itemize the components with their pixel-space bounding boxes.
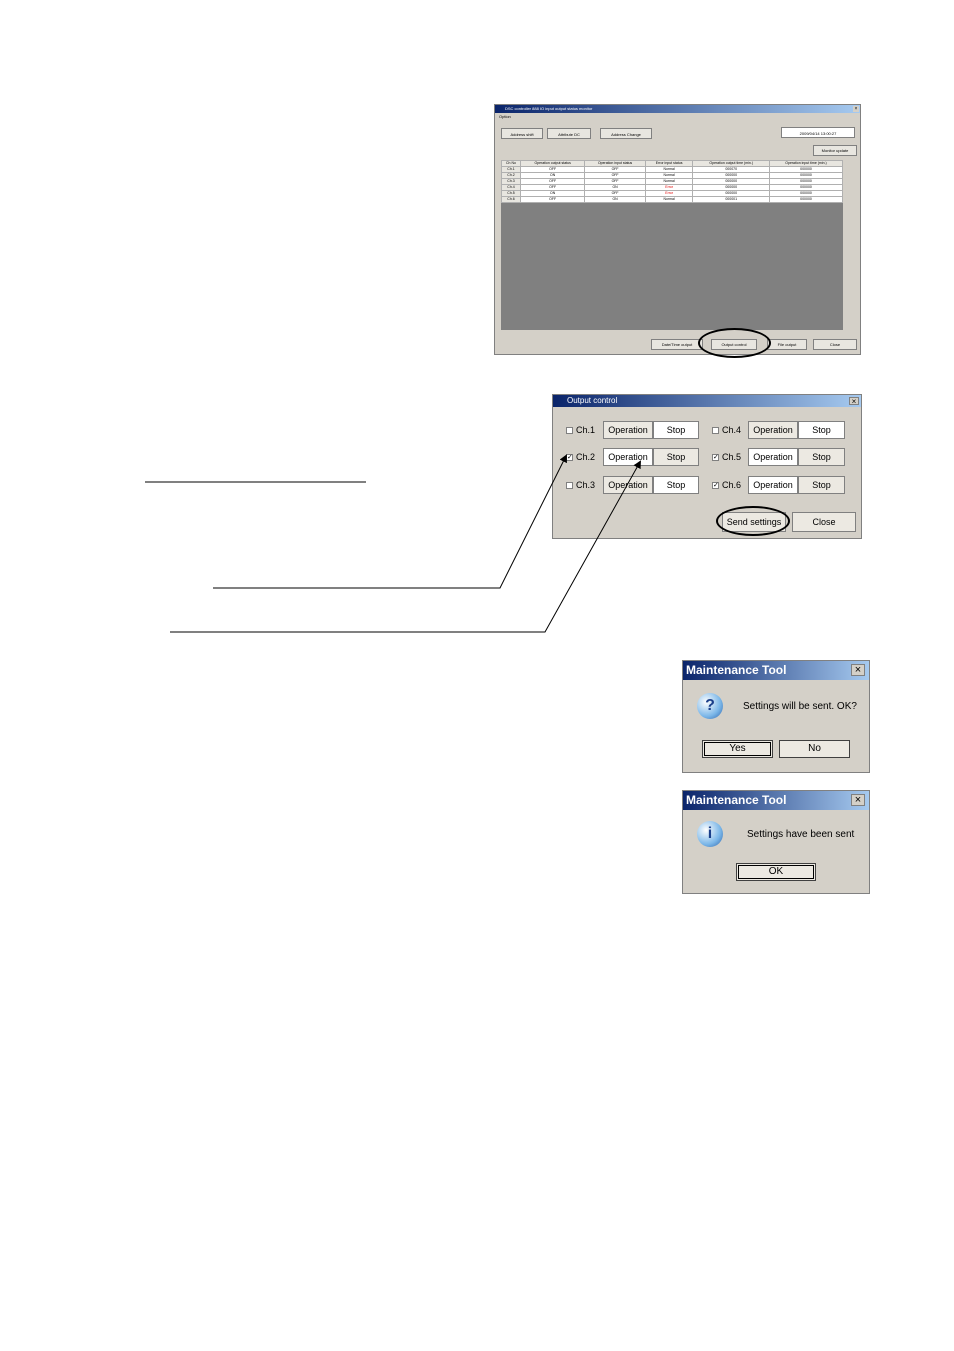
confirm-title: Maintenance Tool <box>686 663 787 677</box>
close-icon[interactable]: × <box>851 794 865 806</box>
no-button[interactable]: No <box>779 740 850 758</box>
info-icon: i <box>697 821 723 847</box>
question-icon: ? <box>697 693 723 719</box>
info-dialog: Maintenance Tool × i Settings have been … <box>682 790 870 894</box>
info-title: Maintenance Tool <box>686 793 787 807</box>
yes-button[interactable]: Yes <box>702 740 773 758</box>
close-icon[interactable]: × <box>851 664 865 676</box>
info-titlebar: Maintenance Tool × <box>683 791 869 810</box>
arrow-to-ch2-operation <box>170 460 641 633</box>
confirm-titlebar: Maintenance Tool × <box>683 661 869 680</box>
ok-button[interactable]: OK <box>736 863 816 881</box>
arrow-to-ch2-checkbox <box>213 454 567 589</box>
confirm-message: Settings will be sent. OK? <box>743 701 857 712</box>
confirm-dialog: Maintenance Tool × ? Settings will be se… <box>682 660 870 773</box>
info-message: Settings have been sent <box>747 829 855 840</box>
